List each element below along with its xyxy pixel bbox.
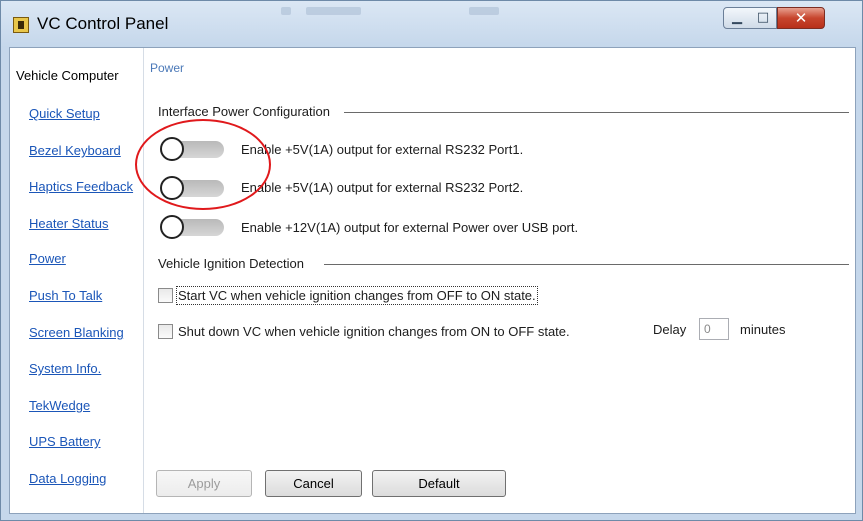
app-window: VC Control Panel ▁ □ ✕ Vehicle Computer … bbox=[0, 0, 863, 521]
sidebar-item-haptics-feedback[interactable]: Haptics Feedback bbox=[29, 179, 133, 194]
toggle-knob bbox=[160, 176, 184, 200]
sidebar-item-power[interactable]: Power bbox=[29, 251, 66, 266]
sidebar-item-quick-setup[interactable]: Quick Setup bbox=[29, 106, 100, 121]
shutdown-vc-label[interactable]: Shut down VC when vehicle ignition chang… bbox=[178, 324, 570, 339]
delay-minutes-input[interactable]: 0 bbox=[699, 318, 729, 340]
group-divider bbox=[324, 264, 849, 265]
rs232-port2-label: Enable +5V(1A) output for external RS232… bbox=[241, 180, 524, 195]
sidebar: Vehicle Computer Quick Setup Bezel Keybo… bbox=[10, 48, 144, 513]
minutes-label: minutes bbox=[740, 322, 786, 337]
apply-button[interactable]: Apply bbox=[156, 470, 252, 497]
toggle-rs232-port2[interactable] bbox=[158, 176, 224, 200]
sidebar-item-push-to-talk[interactable]: Push To Talk bbox=[29, 288, 102, 303]
sidebar-item-system-info[interactable]: System Info. bbox=[29, 361, 101, 376]
close-icon: ✕ bbox=[794, 9, 808, 27]
close-button[interactable]: ✕ bbox=[777, 7, 825, 29]
client-area: Vehicle Computer Quick Setup Bezel Keybo… bbox=[9, 47, 856, 514]
start-vc-checkbox[interactable] bbox=[158, 288, 173, 303]
sidebar-item-tekwedge[interactable]: TekWedge bbox=[29, 398, 90, 413]
maximize-icon: □ bbox=[756, 10, 770, 25]
delay-label: Delay bbox=[653, 322, 687, 337]
minimize-button[interactable]: ▁ bbox=[723, 7, 751, 29]
app-icon bbox=[13, 17, 29, 33]
usb-power-label: Enable +12V(1A) output for external Powe… bbox=[241, 220, 579, 235]
breadcrumb: Power bbox=[150, 61, 185, 75]
main-panel: Power Interface Power Configuration Enab… bbox=[144, 48, 855, 513]
toggle-rs232-port1[interactable] bbox=[158, 137, 224, 161]
start-vc-label[interactable]: Start VC when vehicle ignition changes f… bbox=[176, 286, 538, 305]
power-group-title: Interface Power Configuration bbox=[158, 104, 336, 119]
sidebar-item-data-logging[interactable]: Data Logging bbox=[29, 471, 106, 486]
sidebar-item-screen-blanking[interactable]: Screen Blanking bbox=[29, 325, 124, 340]
sidebar-item-bezel-keyboard[interactable]: Bezel Keyboard bbox=[29, 143, 121, 158]
toggle-knob bbox=[160, 137, 184, 161]
ignition-group-title: Vehicle Ignition Detection bbox=[158, 256, 310, 271]
title-bar[interactable]: VC Control Panel ▁ □ ✕ bbox=[1, 1, 862, 47]
rs232-port1-label: Enable +5V(1A) output for external RS232… bbox=[241, 142, 524, 157]
cancel-button[interactable]: Cancel bbox=[265, 470, 362, 497]
toggle-usb-power[interactable] bbox=[158, 215, 224, 239]
window-title: VC Control Panel bbox=[37, 14, 169, 33]
group-divider bbox=[344, 112, 849, 113]
default-button[interactable]: Default bbox=[372, 470, 506, 497]
toggle-knob bbox=[160, 215, 184, 239]
sidebar-item-heater-status[interactable]: Heater Status bbox=[29, 216, 109, 231]
maximize-button[interactable]: □ bbox=[750, 7, 777, 29]
minimize-icon: ▁ bbox=[732, 10, 742, 25]
shutdown-vc-checkbox[interactable] bbox=[158, 324, 173, 339]
sidebar-item-ups-battery[interactable]: UPS Battery bbox=[29, 434, 101, 449]
sidebar-header: Vehicle Computer bbox=[16, 68, 119, 83]
